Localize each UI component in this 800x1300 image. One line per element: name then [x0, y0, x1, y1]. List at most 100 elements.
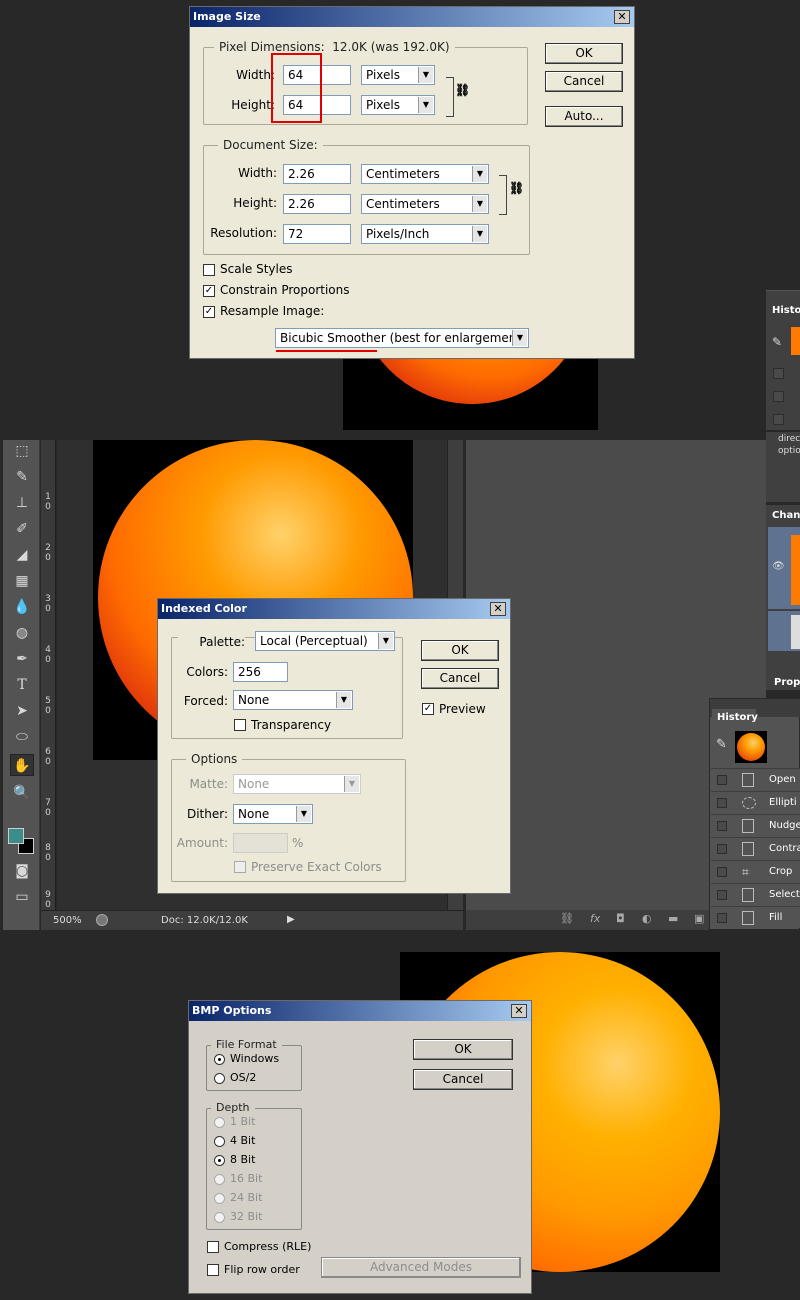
- resolution-input[interactable]: 72: [283, 224, 351, 244]
- auto-button[interactable]: Auto...: [545, 106, 623, 127]
- scale-styles-checkbox[interactable]: [203, 264, 215, 276]
- history-visibility[interactable]: [717, 890, 727, 900]
- pen-icon[interactable]: ✒: [10, 648, 34, 670]
- direct-text-1: direc: [778, 434, 800, 444]
- width-label: Width:: [236, 68, 275, 82]
- fx-icon[interactable]: fx: [590, 912, 600, 925]
- preserve-exact-colors-checkbox[interactable]: [234, 861, 246, 873]
- channel-row-rgb[interactable]: 👁: [768, 527, 800, 609]
- ok-button[interactable]: OK: [545, 43, 623, 64]
- gradient-icon[interactable]: ▦: [10, 570, 34, 592]
- mask-icon[interactable]: ◘: [616, 912, 625, 925]
- depth-24bit-label: 24 Bit: [230, 1191, 263, 1204]
- constrain-proportions-checkbox[interactable]: ✓: [203, 285, 215, 297]
- blur-icon[interactable]: 💧: [10, 596, 34, 618]
- brush-icon[interactable]: ✎: [10, 466, 34, 488]
- resample-checkbox[interactable]: ✓: [203, 306, 215, 318]
- depth-16bit-radio[interactable]: [214, 1174, 225, 1185]
- history-item[interactable]: Open: [711, 768, 800, 791]
- resolution-unit-select[interactable]: Pixels/Inch ▼: [361, 224, 489, 244]
- history-visibility[interactable]: [717, 775, 727, 785]
- history-check-1[interactable]: [773, 368, 784, 379]
- depth-8bit-radio[interactable]: [214, 1155, 225, 1166]
- history-visibility[interactable]: [717, 798, 727, 808]
- width-unit-select[interactable]: Pixels ▼: [361, 65, 435, 85]
- link-layers-icon[interactable]: ⛓: [560, 912, 574, 925]
- zoom-icon[interactable]: 🔍: [10, 782, 34, 804]
- depth-1bit-radio[interactable]: [214, 1117, 225, 1128]
- properties-tab[interactable]: Prope: [774, 677, 800, 688]
- format-windows-radio[interactable]: [214, 1054, 225, 1065]
- depth-24bit-radio[interactable]: [214, 1193, 225, 1204]
- new-layer-icon[interactable]: ▣: [694, 912, 704, 925]
- ok-button[interactable]: OK: [413, 1039, 513, 1060]
- flip-row-order-checkbox[interactable]: [207, 1264, 219, 1276]
- screen-mode-icon[interactable]: ▭: [10, 886, 34, 908]
- eye-icon[interactable]: 👁: [772, 561, 785, 572]
- chevron-down-icon: ▼: [336, 692, 351, 708]
- cancel-button[interactable]: Cancel: [421, 668, 499, 689]
- channels-tab[interactable]: Chann: [772, 510, 800, 521]
- history-tab-top[interactable]: Histo: [772, 305, 800, 316]
- marquee-icon[interactable]: ⬚: [10, 440, 34, 462]
- type-icon[interactable]: T: [10, 674, 34, 696]
- history-item[interactable]: Fill: [711, 906, 800, 928]
- history-item[interactable]: ⌗ Crop: [711, 860, 800, 883]
- close-icon[interactable]: ✕: [614, 10, 630, 24]
- height-unit-select[interactable]: Pixels ▼: [361, 95, 435, 115]
- doc-height-unit-select[interactable]: Centimeters ▼: [361, 194, 489, 214]
- stamp-icon[interactable]: ⊥: [10, 492, 34, 514]
- history-tab[interactable]: History: [712, 709, 758, 727]
- file-format-label: File Format: [211, 1038, 282, 1051]
- status-arrow-icon[interactable]: ▶: [287, 914, 295, 925]
- cancel-button[interactable]: Cancel: [413, 1069, 513, 1090]
- quick-mask-icon[interactable]: ◙: [10, 860, 34, 882]
- channel-row-red[interactable]: [768, 611, 800, 651]
- format-os2-radio[interactable]: [214, 1073, 225, 1084]
- ok-button[interactable]: OK: [421, 640, 499, 661]
- matte-select[interactable]: None ▼: [233, 774, 361, 794]
- history-check-2[interactable]: [773, 391, 784, 402]
- history-visibility[interactable]: [717, 913, 727, 923]
- compress-rle-checkbox[interactable]: [207, 1241, 219, 1253]
- doc-width-unit-select[interactable]: Centimeters ▼: [361, 164, 489, 184]
- history-brush-icon[interactable]: ✐: [10, 518, 34, 540]
- ruler-number: 20: [45, 543, 51, 563]
- history-visibility[interactable]: [717, 867, 727, 877]
- adjustment-icon[interactable]: ◐: [642, 912, 652, 925]
- advanced-modes-button[interactable]: Advanced Modes: [321, 1257, 521, 1278]
- preview-checkbox[interactable]: ✓: [422, 703, 434, 715]
- forced-select[interactable]: None ▼: [233, 690, 353, 710]
- resample-method-select[interactable]: Bicubic Smoother (best for enlargement) ▼: [275, 328, 529, 348]
- close-icon[interactable]: ✕: [511, 1004, 527, 1018]
- dither-select[interactable]: None ▼: [233, 804, 313, 824]
- hand-icon[interactable]: ✋: [10, 754, 34, 776]
- doc-height-input[interactable]: 2.26: [283, 194, 351, 214]
- ellipse-icon[interactable]: ⬭: [10, 726, 34, 748]
- foreground-color-swatch[interactable]: [8, 828, 24, 844]
- history-item[interactable]: Nudge: [711, 814, 800, 837]
- cancel-button[interactable]: Cancel: [545, 71, 623, 92]
- colors-input[interactable]: 256: [233, 662, 288, 682]
- amount-input[interactable]: [233, 833, 288, 853]
- history-snapshot-row[interactable]: ✎: [710, 727, 800, 767]
- dodge-icon[interactable]: ◍: [10, 622, 34, 644]
- eraser-icon[interactable]: ◢: [10, 544, 34, 566]
- depth-4bit-radio[interactable]: [214, 1136, 225, 1147]
- history-visibility[interactable]: [717, 821, 727, 831]
- folder-icon[interactable]: ▬: [668, 912, 678, 925]
- history-item[interactable]: Ellipti: [711, 791, 800, 814]
- depth-32bit-radio[interactable]: [214, 1212, 225, 1223]
- history-visibility[interactable]: [717, 844, 727, 854]
- palette-select[interactable]: Local (Perceptual) ▼: [255, 631, 395, 651]
- resolution-label: Resolution:: [210, 226, 277, 240]
- history-check-3[interactable]: [773, 414, 784, 425]
- transparency-checkbox[interactable]: [234, 719, 246, 731]
- history-item[interactable]: Contra: [711, 837, 800, 860]
- zoom-level[interactable]: 500%: [53, 915, 82, 926]
- history-item[interactable]: Select: [711, 883, 800, 906]
- crop-icon: ⌗: [742, 865, 749, 879]
- close-icon[interactable]: ✕: [490, 602, 506, 616]
- path-select-icon[interactable]: ➤: [10, 700, 34, 722]
- doc-width-input[interactable]: 2.26: [283, 164, 351, 184]
